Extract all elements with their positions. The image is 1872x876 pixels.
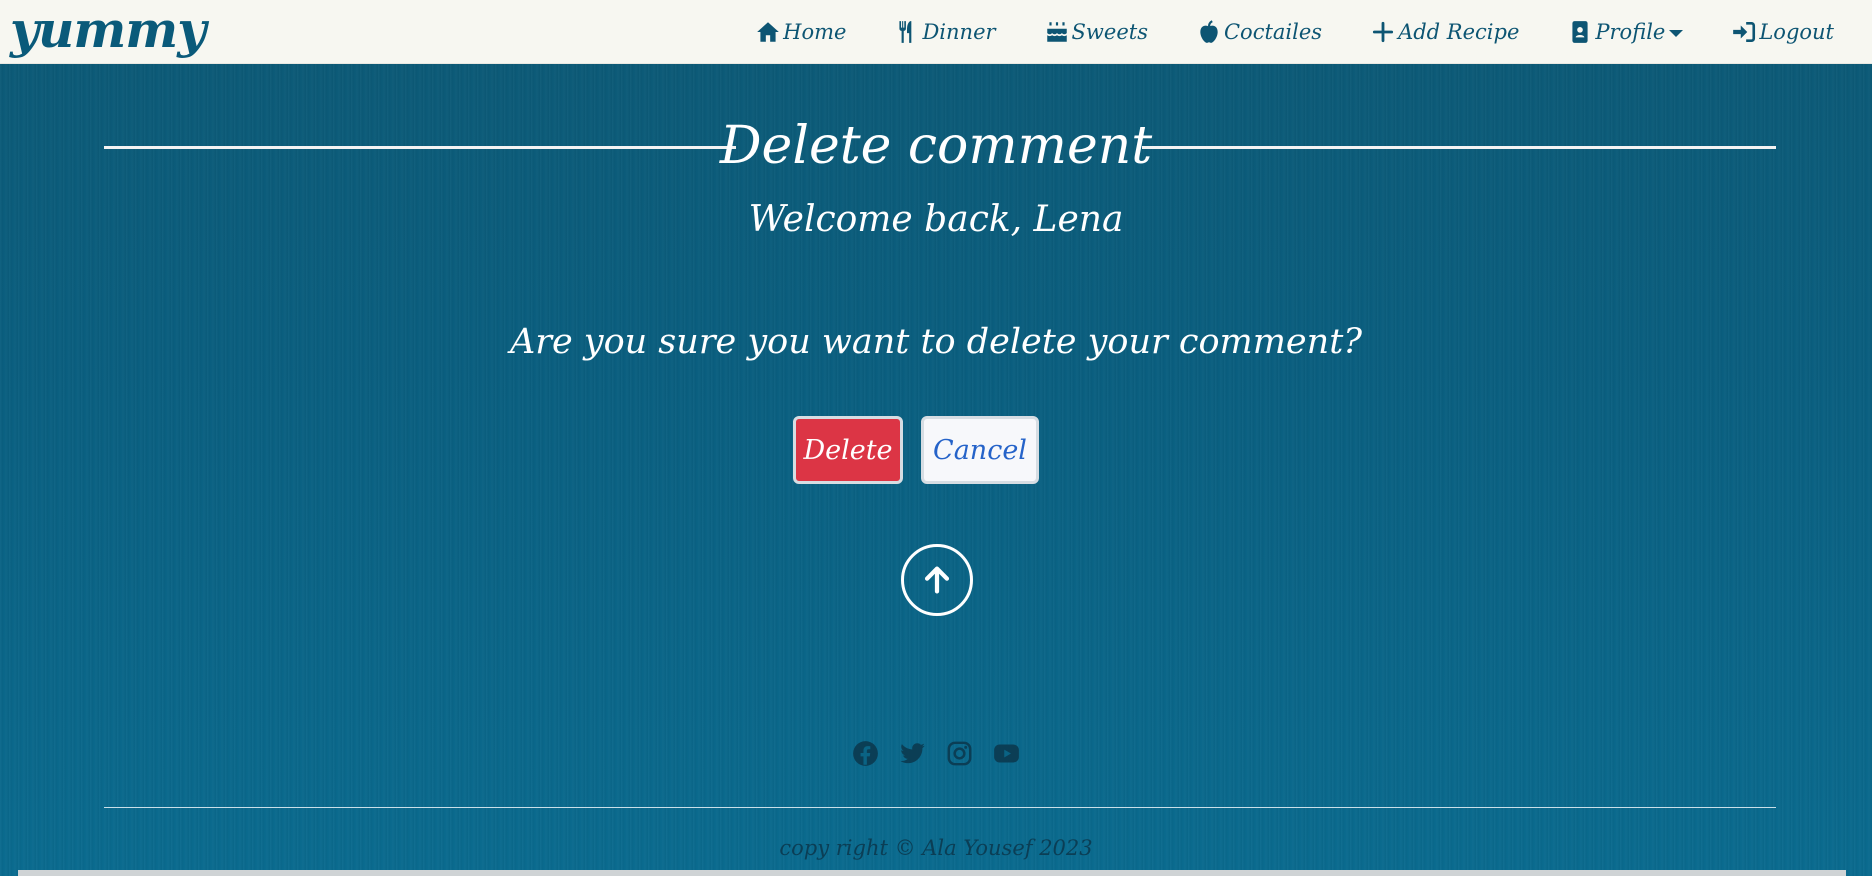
utensils-icon xyxy=(894,19,920,45)
nav-item-add-recipe[interactable]: Add Recipe xyxy=(1370,19,1519,45)
instagram-icon[interactable] xyxy=(946,740,973,767)
welcome-message: Welcome back, Lena xyxy=(748,199,1124,240)
youtube-icon[interactable] xyxy=(993,740,1020,767)
footer-divider xyxy=(104,807,1776,808)
profile-card-icon xyxy=(1567,19,1593,45)
arrow-up-icon xyxy=(924,566,950,594)
nav-item-label: Profile xyxy=(1595,20,1666,44)
home-icon xyxy=(755,19,781,45)
nav-item-label: Logout xyxy=(1759,20,1834,44)
caret-down-icon xyxy=(1669,29,1684,37)
delete-button[interactable]: Delete xyxy=(793,416,903,484)
apple-icon xyxy=(1196,19,1222,45)
nav-menu: Home Dinner Sweets Coctailes Add Recipe xyxy=(707,0,1834,64)
nav-item-label: Sweets xyxy=(1071,20,1148,44)
nav-item-sweets[interactable]: Sweets xyxy=(1044,19,1148,45)
plus-icon xyxy=(1370,19,1396,45)
nav-item-logout[interactable]: Logout xyxy=(1731,19,1834,45)
nav-item-dinner[interactable]: Dinner xyxy=(894,19,996,45)
main-content: Delete comment Welcome back, Lena Are yo… xyxy=(0,64,1872,876)
navbar: yummy Home Dinner Sweets Coctailes Add R… xyxy=(0,0,1872,64)
brand-logo[interactable]: yummy xyxy=(10,2,206,58)
confirm-question: Are you sure you want to delete your com… xyxy=(509,322,1363,362)
facebook-icon[interactable] xyxy=(852,740,879,767)
cake-icon xyxy=(1044,19,1070,45)
nav-item-home[interactable]: Home xyxy=(755,19,846,45)
social-links xyxy=(0,740,1872,767)
copyright-text: copy right © Ala Yousef 2023 xyxy=(779,836,1093,860)
scroll-to-top-button[interactable] xyxy=(901,544,973,616)
horizontal-scrollbar[interactable] xyxy=(18,870,1846,876)
nav-item-profile[interactable]: Profile xyxy=(1567,19,1684,45)
nav-item-label: Dinner xyxy=(922,20,996,44)
nav-item-coctailes[interactable]: Coctailes xyxy=(1196,19,1322,45)
nav-item-label: Coctailes xyxy=(1223,20,1323,44)
cancel-button[interactable]: Cancel xyxy=(921,416,1039,484)
twitter-icon[interactable] xyxy=(899,740,926,767)
page-title: Delete comment xyxy=(719,116,1153,176)
nav-item-label: Add Recipe xyxy=(1398,20,1520,44)
logout-icon xyxy=(1731,19,1757,45)
nav-item-label: Home xyxy=(783,20,847,44)
confirm-buttons: Delete Cancel xyxy=(0,416,1872,484)
